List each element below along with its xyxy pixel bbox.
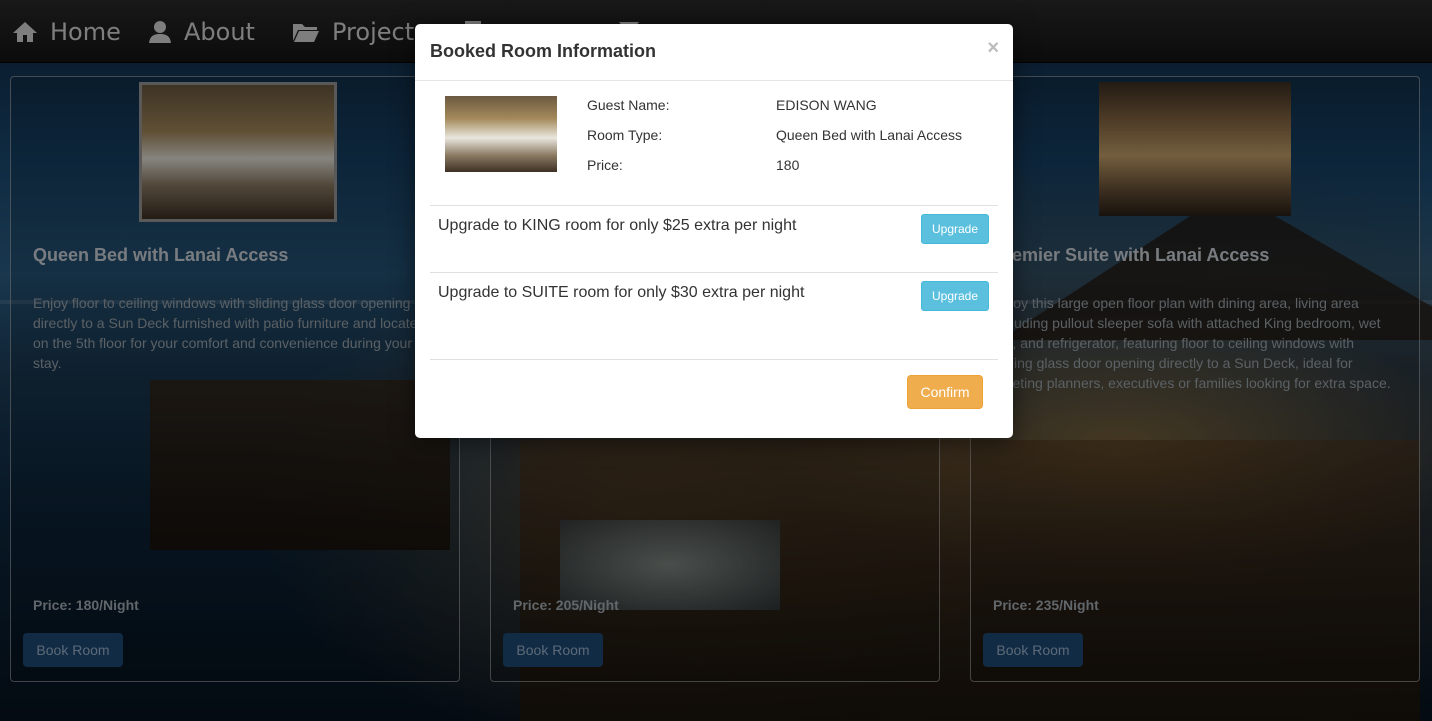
guest-name-value: EDISON WANG (776, 97, 877, 113)
divider (430, 272, 998, 273)
room-type-value: Queen Bed with Lanai Access (776, 127, 963, 143)
price-value: 180 (776, 157, 800, 173)
divider (430, 359, 998, 360)
modal-title: Booked Room Information (430, 41, 656, 61)
upgrade-suite-text: Upgrade to SUITE room for only $30 extra… (438, 284, 805, 301)
upgrade-king-text: Upgrade to KING room for only $25 extra … (438, 217, 797, 234)
close-icon[interactable]: × (987, 38, 999, 58)
booked-room-modal: Booked Room Information × Guest Name: ED… (415, 24, 1013, 438)
divider (430, 205, 998, 206)
upgrade-suite-button[interactable]: Upgrade (921, 281, 989, 311)
guest-name-label: Guest Name: (587, 97, 670, 113)
booked-room-photo (445, 96, 557, 172)
room-type-label: Room Type: (587, 127, 663, 143)
upgrade-king-button[interactable]: Upgrade (921, 214, 989, 244)
price-label: Price: (587, 157, 623, 173)
modal-header: Booked Room Information × (415, 24, 1013, 81)
confirm-button[interactable]: Confirm (907, 375, 983, 409)
